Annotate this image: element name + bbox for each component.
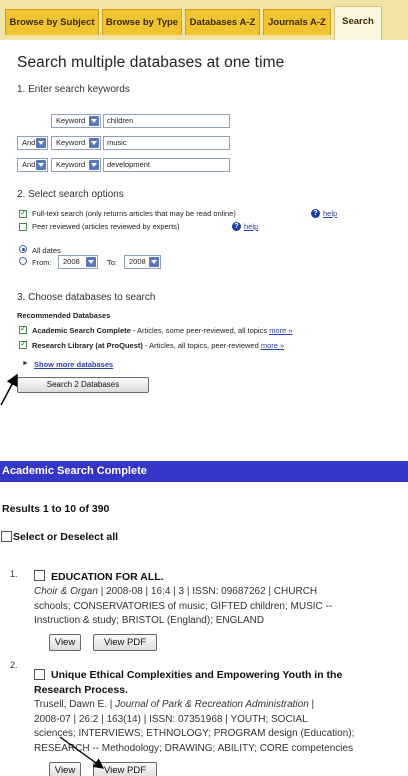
- annotation-arrows: [0, 373, 105, 769]
- arrow-to-search-button: [0, 373, 18, 406]
- arrow-to-view-pdf: [59, 736, 105, 769]
